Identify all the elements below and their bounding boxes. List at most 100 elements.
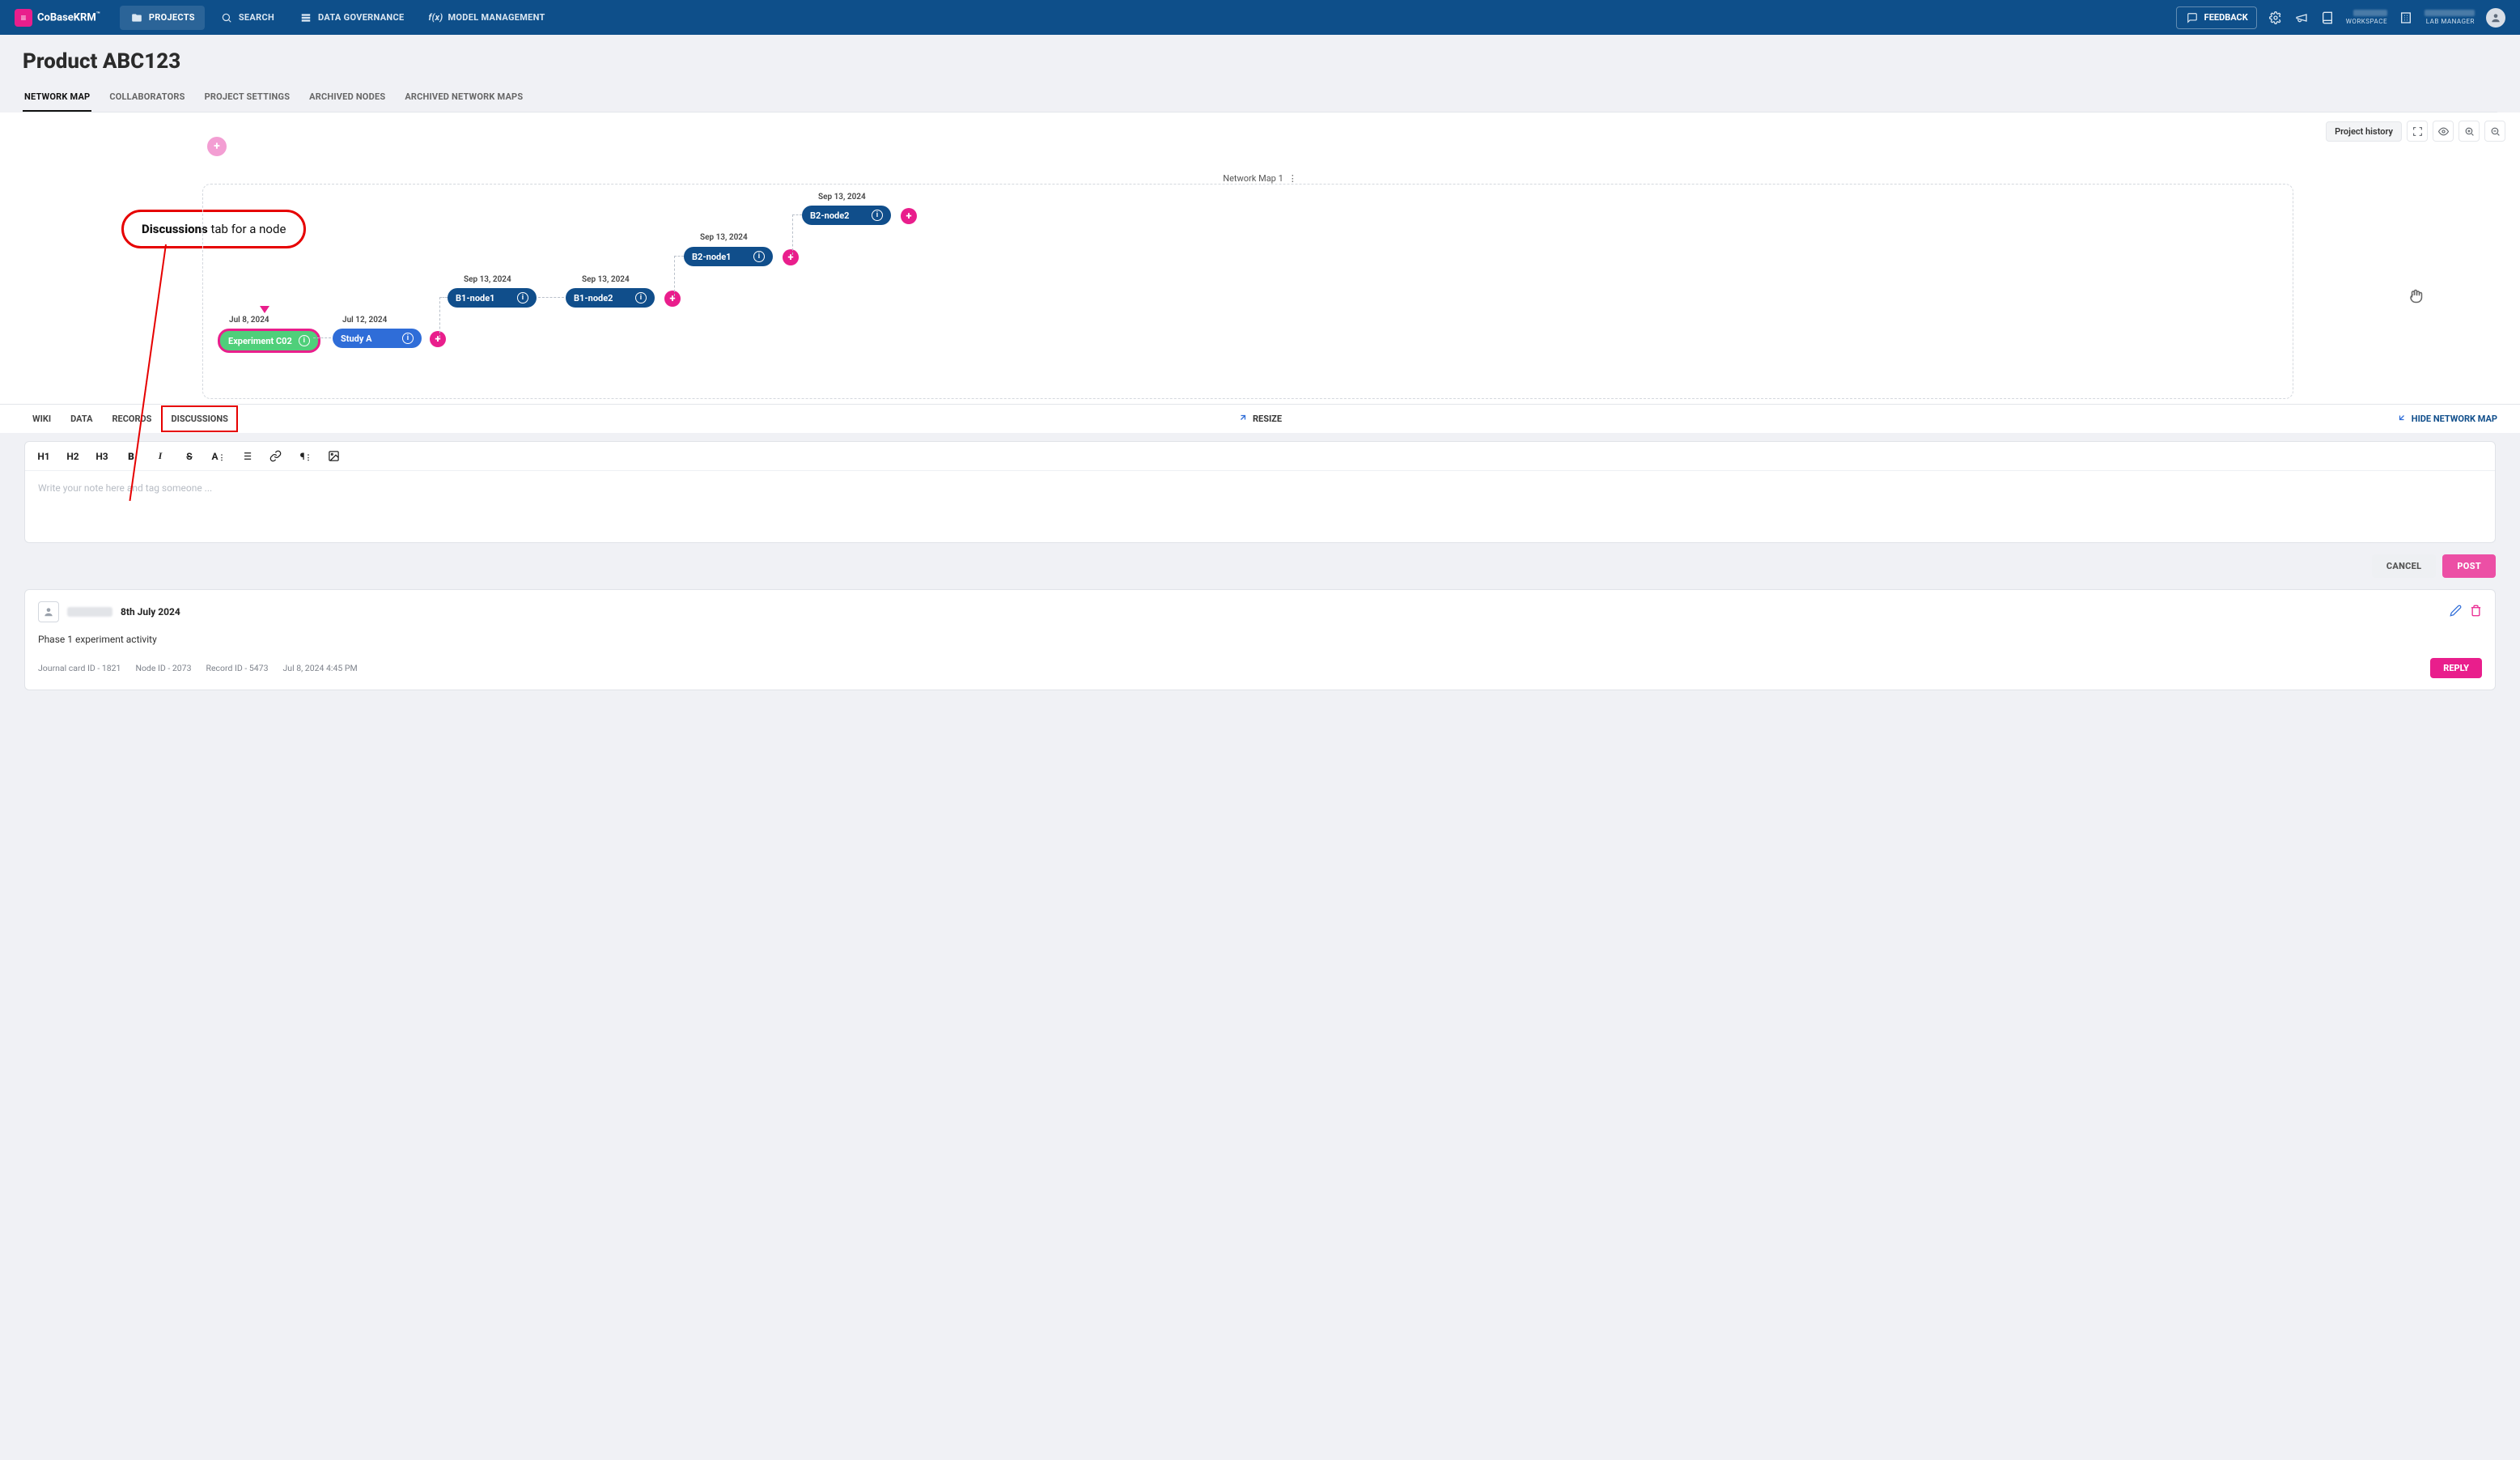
add-after-b2n2[interactable]: + [901, 208, 917, 224]
node-b2n1-label: B2-node1 [692, 252, 732, 262]
fx-icon: f(x) [428, 11, 443, 25]
top-navbar: ≡ CoBaseKRM™ PROJECTS SEARCH DATA GOVE [0, 0, 2520, 35]
cancel-button[interactable]: CANCEL [2372, 554, 2437, 578]
resize-icon [1238, 413, 1248, 425]
node-b2n1[interactable]: B2-node1 i [684, 247, 773, 266]
subtab-archived-maps[interactable]: ARCHIVED NETWORK MAPS [403, 83, 524, 112]
project-history-button[interactable]: Project history [2326, 121, 2402, 142]
info-icon[interactable]: i [299, 335, 310, 346]
info-icon[interactable]: i [872, 210, 883, 221]
list-button[interactable] [240, 450, 255, 462]
info-icon[interactable]: i [517, 292, 528, 303]
node-b1n2[interactable]: B1-node2 i [566, 288, 655, 308]
edge [313, 337, 331, 338]
map-title: Network Map 1 ⋮ [1223, 173, 1297, 184]
font-button[interactable]: A⋮ [211, 451, 226, 462]
add-after-b2n1[interactable]: + [783, 249, 799, 265]
node-date-b1n2: Sep 13, 2024 [582, 275, 630, 284]
node-experiment-label: Experiment C02 [228, 336, 292, 346]
node-area: Jul 8, 2024 Jul 12, 2024 Sep 13, 2024 Se… [202, 184, 2293, 399]
nav-links: PROJECTS SEARCH DATA GOVERNANCE f(x) MOD… [120, 6, 555, 30]
post-button[interactable]: POST [2442, 554, 2496, 578]
info-icon[interactable]: i [402, 333, 414, 344]
editor-toolbar: H1 H2 H3 B I S A⋮ ¶⋮ [25, 442, 2495, 471]
meta-record: Record ID - 5473 [206, 663, 269, 673]
node-study-label: Study A [341, 333, 372, 344]
strike-button[interactable]: S [182, 451, 197, 462]
megaphone-icon[interactable] [2294, 11, 2309, 25]
subtab-network-map[interactable]: NETWORK MAP [23, 83, 91, 112]
info-icon[interactable]: i [753, 251, 765, 262]
node-b1n2-label: B1-node2 [574, 293, 613, 303]
editor-textarea[interactable]: Write your note here and tag someone ... [25, 471, 2495, 542]
node-b1n1-label: B1-node1 [456, 293, 495, 303]
edge [439, 297, 440, 337]
add-node-floating-button[interactable]: + [207, 137, 227, 156]
subtab-collaborators[interactable]: COLLABORATORS [108, 83, 186, 112]
gear-icon[interactable] [2268, 11, 2283, 25]
zoom-in-icon[interactable] [2458, 121, 2480, 142]
subtabs: NETWORK MAP COLLABORATORS PROJECT SETTIN… [23, 83, 2497, 112]
feedback-button[interactable]: FEEDBACK [2176, 6, 2257, 29]
comment-date: 8th July 2024 [121, 606, 180, 618]
eye-icon[interactable] [2433, 121, 2454, 142]
brand[interactable]: ≡ CoBaseKRM™ [15, 9, 100, 27]
edge [792, 214, 802, 215]
ltab-data[interactable]: DATA [61, 405, 102, 432]
edge [538, 297, 564, 298]
node-date-study: Jul 12, 2024 [342, 316, 387, 325]
node-tab-bar: WIKI DATA RECORDS DISCUSSIONS RESIZE HID… [0, 404, 2520, 433]
add-after-b1n2[interactable]: + [664, 291, 681, 307]
image-button[interactable] [328, 450, 342, 462]
hide-map-label: HIDE NETWORK MAP [2412, 414, 2497, 424]
hide-map-button[interactable]: HIDE NETWORK MAP [2397, 413, 2497, 425]
nav-model[interactable]: f(x) MODEL MANAGEMENT [418, 6, 554, 30]
node-date-b2n2: Sep 13, 2024 [818, 193, 866, 202]
subtab-archived-nodes[interactable]: ARCHIVED NODES [308, 83, 387, 112]
trash-icon[interactable] [2470, 605, 2482, 620]
ltab-records[interactable]: RECORDS [102, 405, 161, 432]
discussion-section: H1 H2 H3 B I S A⋮ ¶⋮ Write your note her… [0, 433, 2520, 708]
folder-icon [129, 11, 144, 25]
kebab-icon[interactable]: ⋮ [1288, 173, 1297, 184]
ltab-wiki[interactable]: WIKI [23, 405, 61, 432]
resize-label: RESIZE [1253, 414, 1282, 424]
page-header: Product ABC123 NETWORK MAP COLLABORATORS… [0, 35, 2520, 112]
paragraph-button[interactable]: ¶⋮ [299, 451, 313, 462]
h3-button[interactable]: H3 [95, 451, 109, 462]
workspace-label: WORKSPACE [2346, 19, 2387, 25]
info-icon[interactable]: i [635, 292, 647, 303]
node-b1n1[interactable]: B1-node1 i [448, 288, 537, 308]
resize-button[interactable]: RESIZE [1238, 413, 1282, 425]
building-icon[interactable] [2399, 11, 2413, 25]
discussion-entry: 8th July 2024 Phase 1 experiment activit… [24, 589, 2496, 690]
ltab-discussions[interactable]: DISCUSSIONS [161, 405, 237, 432]
nav-model-label: MODEL MANAGEMENT [448, 12, 545, 23]
italic-button[interactable]: I [153, 450, 168, 462]
nav-projects[interactable]: PROJECTS [120, 6, 205, 30]
meta-journal: Journal card ID - 1821 [38, 663, 121, 673]
node-b2n2-label: B2-node2 [810, 210, 850, 221]
comment-author [67, 607, 112, 617]
h1-button[interactable]: H1 [36, 451, 51, 462]
node-b2n2[interactable]: B2-node2 i [802, 206, 891, 225]
h2-button[interactable]: H2 [66, 451, 80, 462]
subtab-project-settings[interactable]: PROJECT SETTINGS [203, 83, 292, 112]
reply-button[interactable]: REPLY [2430, 658, 2482, 678]
edit-icon[interactable] [2450, 605, 2462, 620]
node-experiment[interactable]: Experiment C02 i [218, 329, 320, 353]
fullscreen-icon[interactable] [2407, 121, 2428, 142]
link-button[interactable] [269, 450, 284, 462]
nav-search[interactable]: SEARCH [210, 6, 284, 30]
governance-icon [299, 11, 313, 25]
nav-governance[interactable]: DATA GOVERNANCE [289, 6, 414, 30]
node-date-exp: Jul 8, 2024 [229, 316, 269, 325]
book-icon[interactable] [2320, 11, 2335, 25]
role-meta[interactable]: LAB MANAGER [2425, 10, 2475, 25]
workspace-meta[interactable]: WORKSPACE [2346, 10, 2387, 25]
network-canvas[interactable]: + Discussions tab for a node Network Map… [0, 112, 2520, 404]
avatar[interactable] [2486, 8, 2505, 28]
add-after-study[interactable]: + [430, 331, 446, 347]
node-study[interactable]: Study A i [333, 329, 422, 348]
zoom-out-icon[interactable] [2484, 121, 2505, 142]
